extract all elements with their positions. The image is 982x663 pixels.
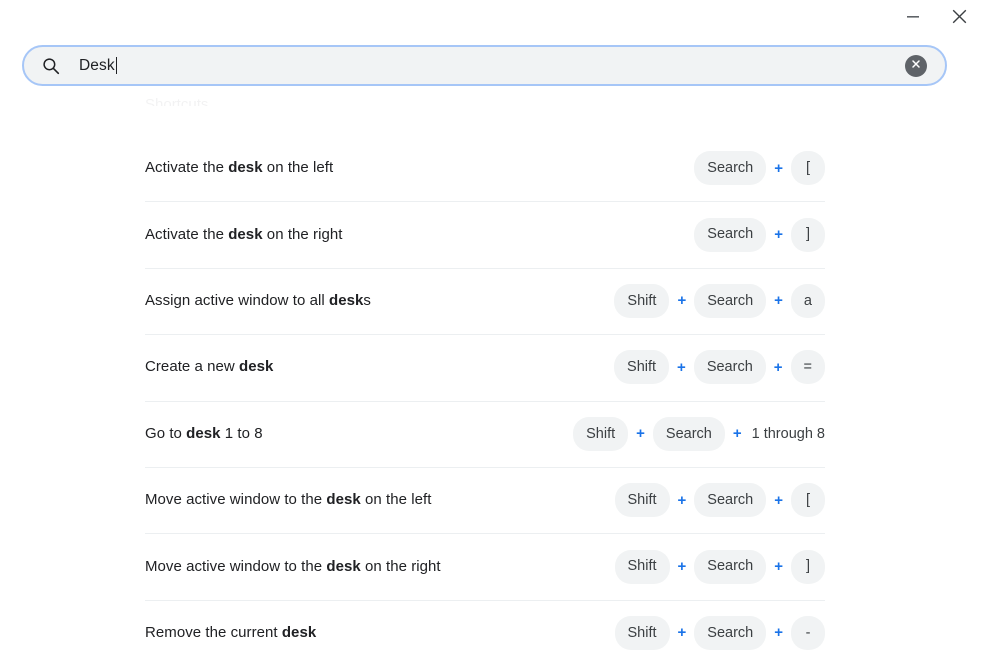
key-chip: Shift — [614, 483, 670, 518]
search-match-highlight: desk — [228, 225, 263, 243]
search-match-highlight: desk — [326, 557, 361, 575]
key-separator-plus: + — [774, 292, 783, 310]
key-separator-plus: + — [677, 558, 687, 576]
key-separator-plus: + — [677, 624, 687, 642]
search-match-highlight: desk — [326, 491, 361, 509]
clear-search-button[interactable] — [905, 54, 927, 77]
shortcut-description: Activate the desk on the left — [145, 158, 333, 178]
shortcut-row[interactable]: Assign active window to all desks Shift + S… — [145, 267, 825, 334]
key-chip: [ — [791, 483, 825, 518]
key-separator-plus: + — [774, 159, 783, 177]
shortcut-key-combo: Shift + Search + = — [614, 350, 825, 385]
description-text-tail: s — [363, 291, 371, 309]
key-chip: Search — [694, 483, 767, 518]
shortcut-description: Move active window to the desk on the ri… — [145, 557, 441, 577]
key-chip: Search — [694, 283, 767, 318]
text-caret — [115, 57, 117, 74]
description-text-tail: on the left — [360, 491, 432, 509]
shortcut-row[interactable]: Create a new desk Shift + Search + = — [145, 334, 825, 400]
shortcut-row[interactable]: Remove the current desk Shift + Search + - — [145, 599, 825, 663]
shortcut-description: Create a new desk — [145, 357, 273, 377]
shortcut-row[interactable]: Activate the desk on the left Search + [ — [145, 135, 825, 201]
shortcut-row[interactable]: Move active window to the desk on the ri… — [145, 533, 825, 599]
shortcuts-list: Activate the desk on the left Search +[Act… — [145, 135, 825, 663]
description-text: Move active window to the — [145, 557, 327, 575]
search-input[interactable]: Desk — [79, 47, 905, 84]
key-separator-plus: + — [774, 491, 783, 509]
description-text-tail: on the left — [262, 159, 334, 177]
close-icon — [952, 9, 967, 24]
shortcuts-app-window: Desk Shortcuts Activate the desk on the … — [0, 0, 982, 663]
shortcut-row[interactable]: Go to desk 1 to 8 Shift + Search +1 through … — [145, 400, 825, 467]
search-match-highlight: desk — [329, 291, 364, 309]
search-match-highlight: desk — [281, 623, 317, 641]
shortcut-row[interactable]: Move active window to the desk on the le… — [145, 466, 825, 533]
shortcut-key-combo: Shift + Search + [ — [614, 483, 825, 518]
shortcut-key-combo: Search +] — [694, 217, 825, 252]
minimize-icon — [906, 9, 920, 23]
key-chip: Search — [652, 416, 725, 451]
shortcut-key-combo: Search + [ — [694, 151, 825, 186]
description-text-tail: on the right — [262, 225, 343, 243]
shortcut-description: Go to desk 1 to 8 — [145, 424, 263, 444]
close-button[interactable] — [936, 0, 982, 32]
shortcut-key-combo: Shift + Search +1 through 8 — [573, 416, 825, 451]
shortcut-key-combo: Shift + Search + - — [614, 615, 825, 650]
clear-circle-icon — [910, 58, 922, 73]
description-text-tail: 1 to 8 — [220, 424, 263, 442]
key-chip: Search — [694, 615, 767, 650]
key-separator-plus: + — [677, 358, 686, 376]
key-separator-plus: + — [774, 558, 783, 576]
key-separator-plus: + — [774, 226, 783, 244]
search-match-highlight: desk — [239, 358, 274, 376]
key-chip: Search — [694, 151, 767, 186]
key-chip: Search — [694, 549, 767, 584]
key-chip: ] — [791, 549, 825, 584]
scrolled-off-row: Shortcuts — [145, 96, 209, 106]
shortcut-description: Assign active window to all desks — [145, 291, 371, 311]
shortcut-description: Activate the desk on the right — [145, 225, 342, 245]
key-separator-plus: + — [636, 425, 645, 443]
key-chip: Shift — [614, 283, 670, 318]
shortcut-description: Move active window to the desk on the le… — [145, 490, 431, 510]
description-text: Create a new — [145, 358, 240, 376]
search-match-highlight: desk — [228, 159, 263, 177]
description-text: Activate the — [145, 225, 229, 243]
shortcut-key-combo: Shift + Search + a — [614, 283, 825, 318]
search-input-value: Desk — [79, 56, 115, 74]
key-chip: [ — [791, 151, 825, 186]
search-icon — [41, 56, 61, 76]
key-chip: Shift — [573, 416, 629, 451]
key-chip: = — [790, 350, 825, 385]
shortcut-row[interactable]: Activate the desk on the right Search +] — [145, 201, 825, 267]
shortcut-key-combo: Shift + Search +] — [614, 549, 825, 584]
key-chip: Shift — [614, 615, 670, 650]
key-chip: Search — [694, 217, 767, 252]
key-chip: Shift — [614, 350, 670, 385]
key-chip: a — [790, 283, 825, 318]
key-range-text: 1 through 8 — [751, 425, 825, 442]
key-chip: - — [791, 615, 825, 650]
key-chip: Shift — [614, 549, 670, 584]
description-text: Activate the — [145, 159, 229, 177]
shortcut-description: Remove the current desk — [145, 623, 316, 643]
description-text: Go to — [145, 424, 187, 442]
window-titlebar — [0, 0, 982, 32]
key-separator-plus: + — [677, 292, 687, 310]
key-separator-plus: + — [774, 624, 783, 642]
key-chip: Search — [693, 350, 766, 385]
key-chip: ] — [791, 217, 825, 252]
search-match-highlight: desk — [186, 424, 221, 442]
description-text: Move active window to the — [145, 491, 327, 509]
key-separator-plus: + — [677, 491, 687, 509]
description-text-tail: on the right — [360, 557, 441, 575]
key-separator-plus: + — [732, 425, 742, 443]
description-text: Assign active window to all — [145, 291, 329, 309]
search-bar[interactable]: Desk — [22, 45, 947, 86]
description-text: Remove the current — [145, 623, 282, 641]
key-separator-plus: + — [773, 358, 783, 376]
minimize-button[interactable] — [890, 0, 936, 32]
